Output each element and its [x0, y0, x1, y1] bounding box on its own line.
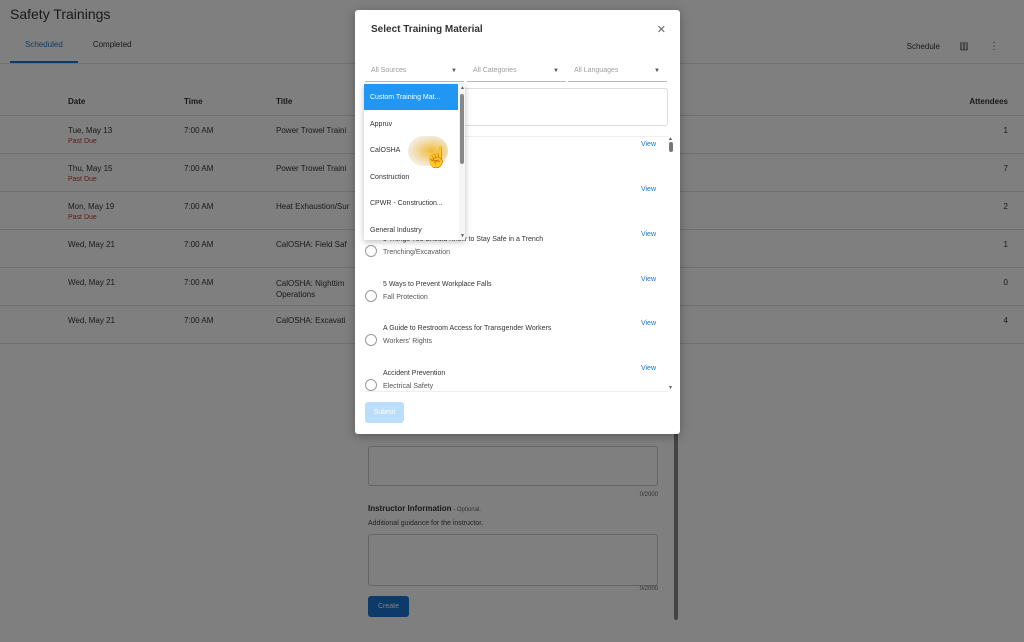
- list-item[interactable]: A Guide to Restroom Access for Transgend…: [365, 320, 668, 365]
- close-icon[interactable]: ✕: [657, 23, 666, 36]
- radio-button[interactable]: [365, 334, 377, 346]
- item-title: Accident Prevention: [383, 370, 446, 377]
- list-divider: [365, 391, 668, 392]
- dropdown-option-cpwr[interactable]: CPWR - Construction...: [364, 190, 458, 216]
- chevron-down-icon: ▼: [553, 68, 559, 74]
- categories-filter-value: All Categories: [473, 67, 517, 74]
- scrollbar-thumb[interactable]: [669, 142, 673, 152]
- scrollbar-thumb[interactable]: [460, 94, 464, 164]
- scroll-up-icon[interactable]: ▲: [460, 85, 465, 91]
- list-item[interactable]: Accident Prevention Electrical Safety Vi…: [365, 365, 668, 391]
- list-scrollbar[interactable]: ▲ ▼: [668, 136, 674, 391]
- submit-button[interactable]: Submit: [365, 402, 404, 423]
- radio-button[interactable]: [365, 245, 377, 257]
- view-link[interactable]: View: [641, 186, 656, 193]
- view-link[interactable]: View: [641, 365, 656, 372]
- item-category: Electrical Safety: [383, 383, 434, 390]
- radio-button[interactable]: [365, 290, 377, 302]
- item-title: 5 Ways to Prevent Workplace Falls: [383, 281, 492, 288]
- chevron-down-icon: ▼: [451, 68, 457, 74]
- dropdown-option-general-industry[interactable]: General Industry: [364, 217, 458, 240]
- dropdown-scrollbar[interactable]: ▲ ▼: [459, 84, 465, 240]
- view-link[interactable]: View: [641, 276, 656, 283]
- view-link[interactable]: View: [641, 141, 656, 148]
- scroll-down-icon[interactable]: ▼: [668, 385, 673, 391]
- scroll-down-icon[interactable]: ▼: [460, 233, 465, 239]
- item-category: Fall Protection: [383, 294, 428, 301]
- hand-pointer-icon: ☝: [424, 147, 449, 169]
- dropdown-option-appruv[interactable]: Appruv: [364, 111, 458, 137]
- categories-filter-select[interactable]: All Categories ▼: [467, 62, 566, 82]
- dropdown-option-custom-training-material[interactable]: Custom Training Mat...: [364, 84, 458, 110]
- list-item[interactable]: 5 Ways to Prevent Workplace Falls Fall P…: [365, 276, 668, 321]
- item-category: Workers' Rights: [383, 338, 433, 345]
- radio-button[interactable]: [365, 379, 377, 391]
- sources-filter-select[interactable]: All Sources ▼: [365, 62, 464, 82]
- modal-title: Select Training Material: [371, 24, 483, 35]
- languages-filter-select[interactable]: All Languages ▼: [568, 62, 667, 82]
- item-title: A Guide to Restroom Access for Transgend…: [383, 325, 552, 332]
- languages-filter-value: All Languages: [574, 67, 619, 74]
- item-category: Trenching/Excavation: [383, 249, 451, 256]
- view-link[interactable]: View: [641, 231, 656, 238]
- view-link[interactable]: View: [641, 320, 656, 327]
- chevron-down-icon: ▼: [654, 68, 660, 74]
- sources-filter-value: All Sources: [371, 67, 407, 74]
